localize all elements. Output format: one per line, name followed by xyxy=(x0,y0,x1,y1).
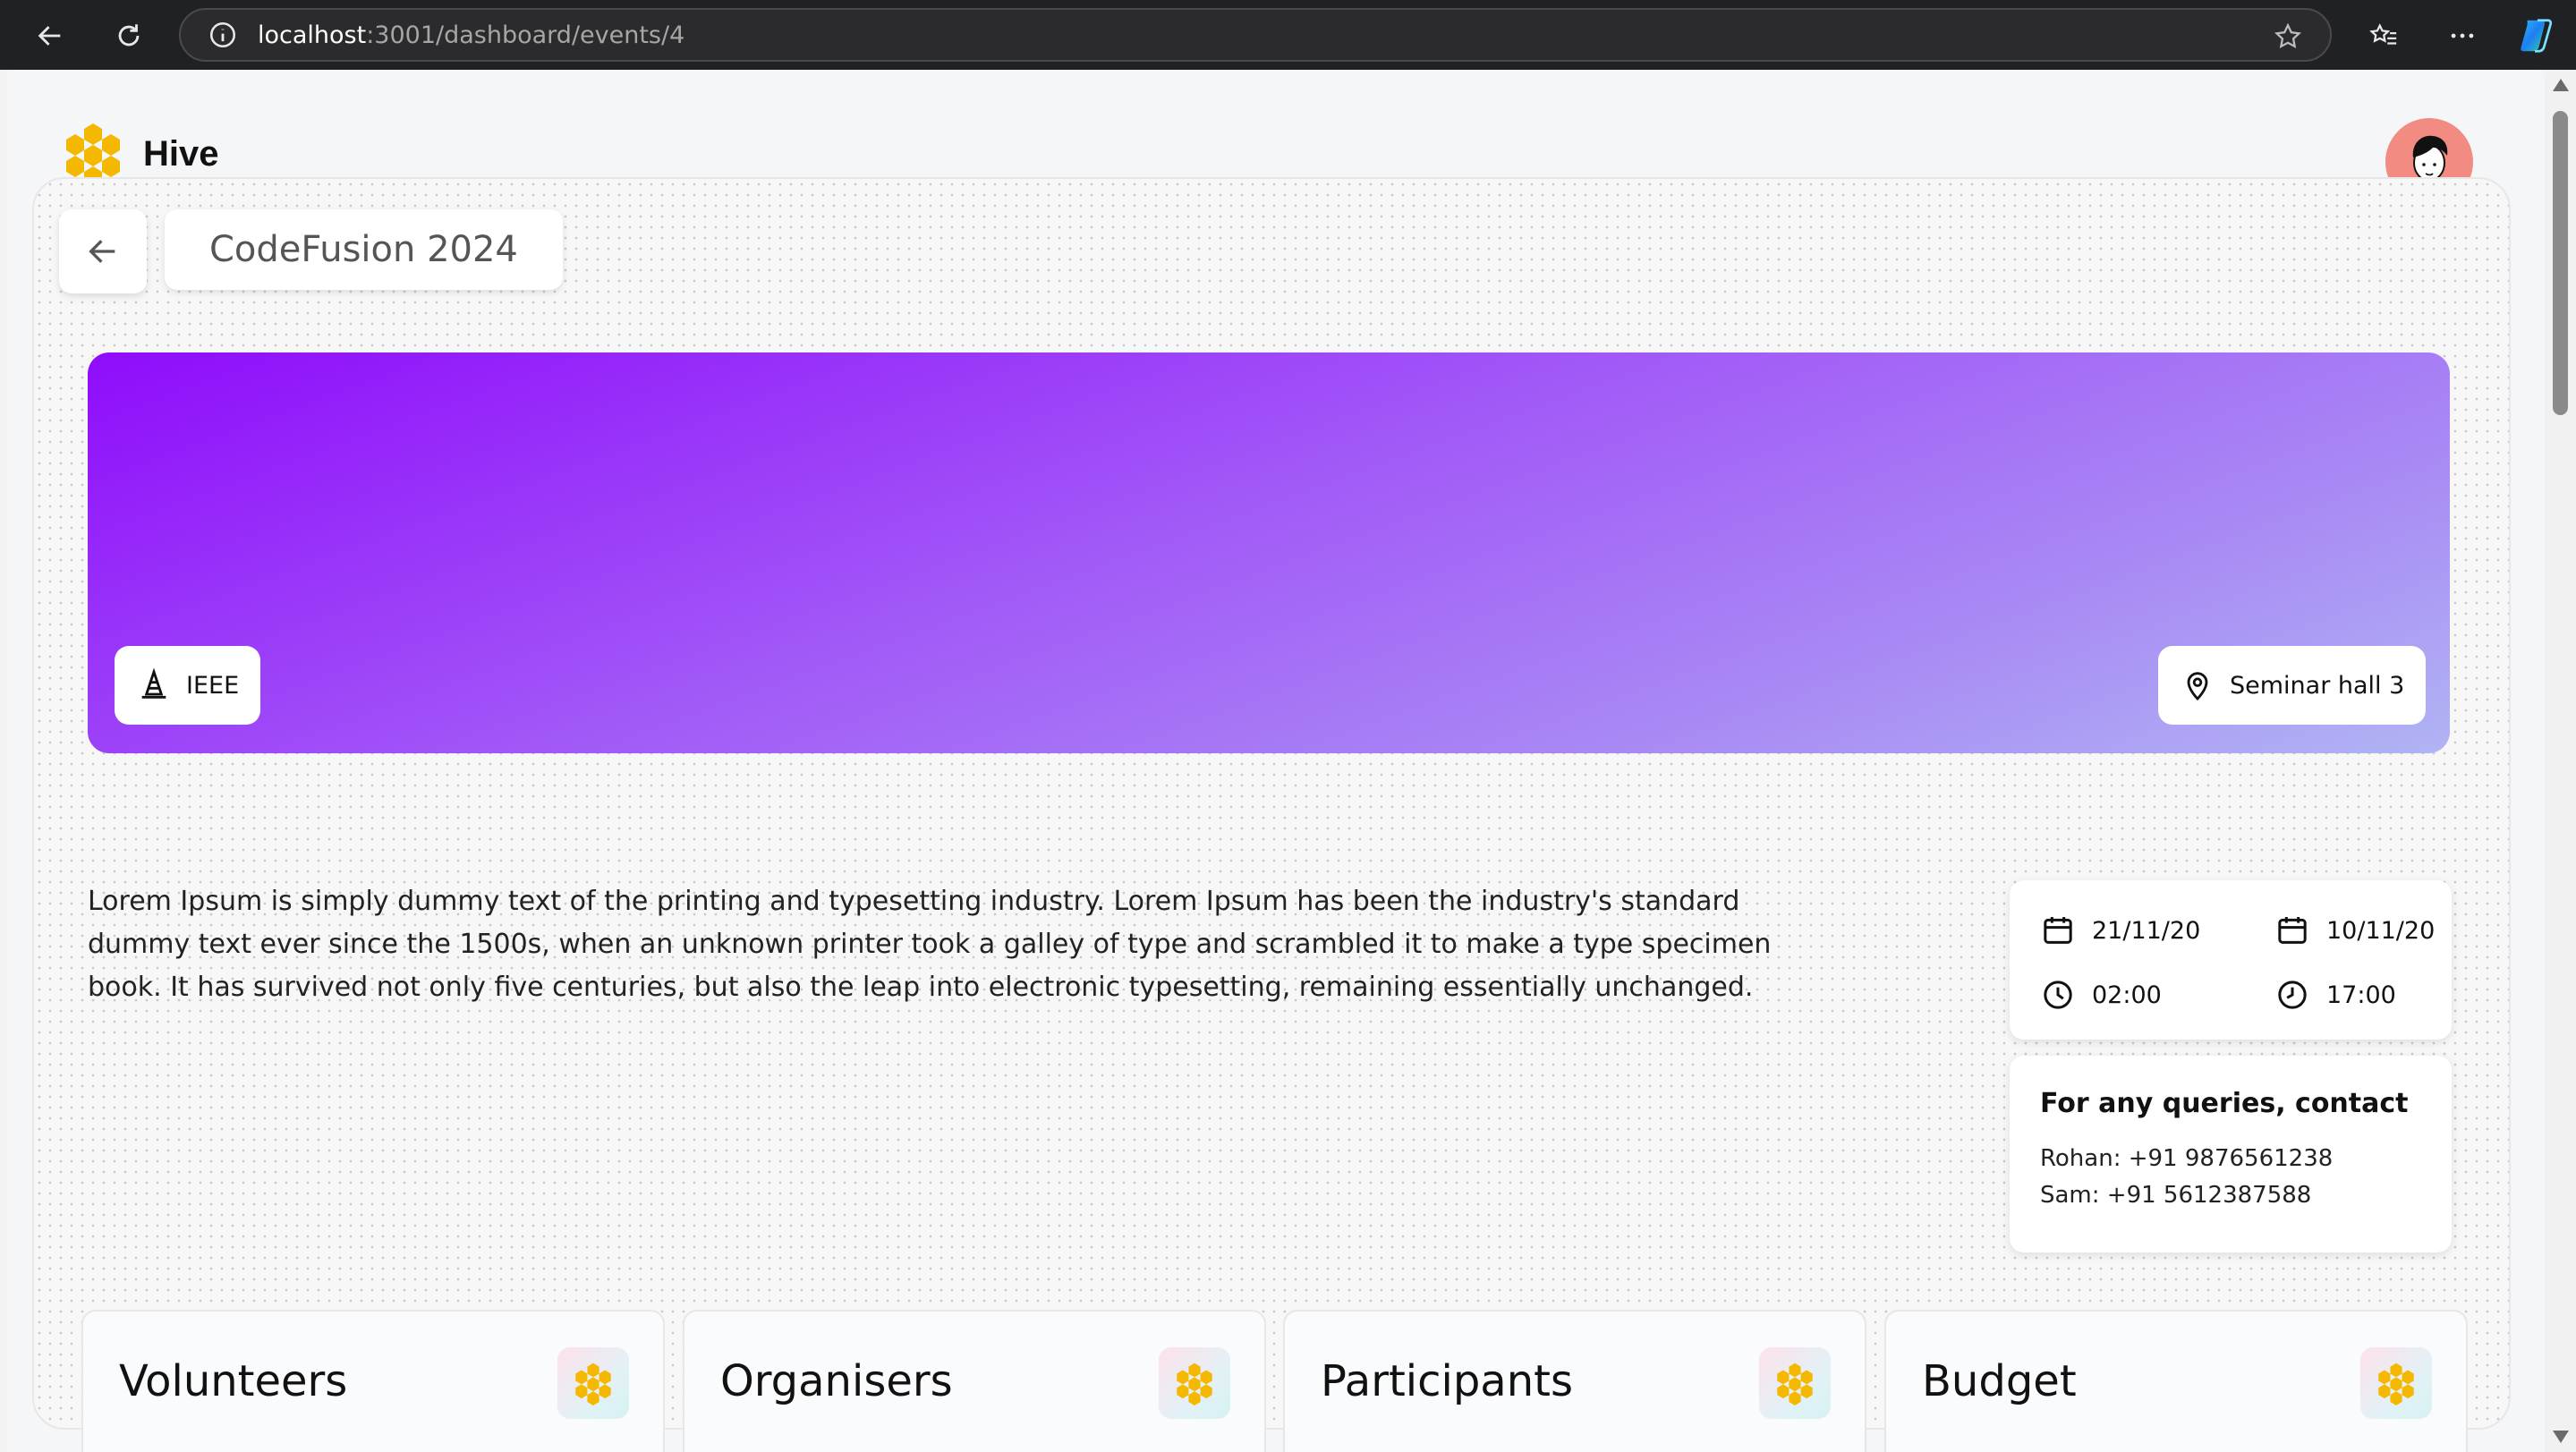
calendar-icon xyxy=(2278,917,2307,944)
start-date: 21/11/20 xyxy=(2040,913,2200,948)
calendar-icon xyxy=(2044,917,2072,944)
ellipsis-icon xyxy=(2451,33,2474,38)
scrollbar-thumb[interactable] xyxy=(2553,111,2568,415)
section-card-volunteers[interactable]: Volunteers xyxy=(81,1310,665,1452)
location-name: Seminar hall 3 xyxy=(2230,671,2405,700)
contact-line: Sam: +91 5612387588 xyxy=(2040,1182,2312,1209)
event-banner xyxy=(88,352,2450,753)
copilot-icon xyxy=(2521,19,2553,53)
contact-card: For any queries, contact Rohan: +91 9876… xyxy=(2010,1056,2452,1252)
end-date: 10/11/20 xyxy=(2274,913,2435,948)
address-bar[interactable]: localhost:3001/dashboard/events/4 xyxy=(179,8,2332,62)
clock-icon xyxy=(2278,981,2307,1009)
honeycomb-icon xyxy=(557,1347,629,1419)
scroll-up-arrow-icon[interactable] xyxy=(2553,79,2569,91)
browser-reload-button[interactable] xyxy=(106,13,152,59)
clock-icon xyxy=(2044,981,2072,1009)
location-chip: Seminar hall 3 xyxy=(2158,646,2427,725)
info-icon[interactable] xyxy=(208,20,238,50)
browser-back-button[interactable] xyxy=(27,13,73,59)
arrow-left-icon xyxy=(38,26,61,46)
scroll-down-arrow-icon[interactable] xyxy=(2553,1431,2569,1443)
date-time-card: 21/11/20 10/11/20 02:00 17:00 xyxy=(2010,880,2452,1040)
reload-icon xyxy=(118,24,140,47)
url-text[interactable]: localhost:3001/dashboard/events/4 xyxy=(258,21,684,49)
app-name: Hive xyxy=(143,133,219,174)
organizer-chip: IEEE xyxy=(115,646,261,725)
honeycomb-icon xyxy=(2360,1347,2432,1419)
section-card-organisers[interactable]: Organisers xyxy=(683,1310,1266,1452)
page-scrollbar[interactable] xyxy=(2545,70,2576,1452)
organizer-name: IEEE xyxy=(186,671,240,700)
favorites-list-icon xyxy=(2369,23,2397,45)
end-time: 17:00 xyxy=(2274,977,2396,1013)
contact-heading: For any queries, contact xyxy=(2040,1088,2409,1119)
favorites-button[interactable] xyxy=(2360,13,2407,59)
more-options-button[interactable] xyxy=(2439,13,2486,59)
arrow-left-icon xyxy=(89,240,115,263)
copilot-button[interactable] xyxy=(2512,13,2559,59)
browser-toolbar: localhost:3001/dashboard/events/4 xyxy=(0,0,2576,70)
section-card-budget[interactable]: Budget xyxy=(1884,1310,2468,1452)
event-description: Lorem Ipsum is simply dummy text of the … xyxy=(88,886,1772,1003)
honeycomb-icon xyxy=(1759,1347,1831,1419)
section-card-participants[interactable]: Participants xyxy=(1283,1310,1866,1452)
honeycomb-icon xyxy=(1159,1347,1230,1419)
contact-line: Rohan: +91 9876561238 xyxy=(2040,1145,2334,1172)
traffic-cone-icon xyxy=(141,667,166,699)
start-time: 02:00 xyxy=(2040,977,2162,1013)
event-title: CodeFusion 2024 xyxy=(165,209,563,290)
map-pin-icon xyxy=(2187,672,2208,701)
back-button[interactable] xyxy=(59,209,147,293)
favorite-star-icon[interactable] xyxy=(2273,21,2303,52)
